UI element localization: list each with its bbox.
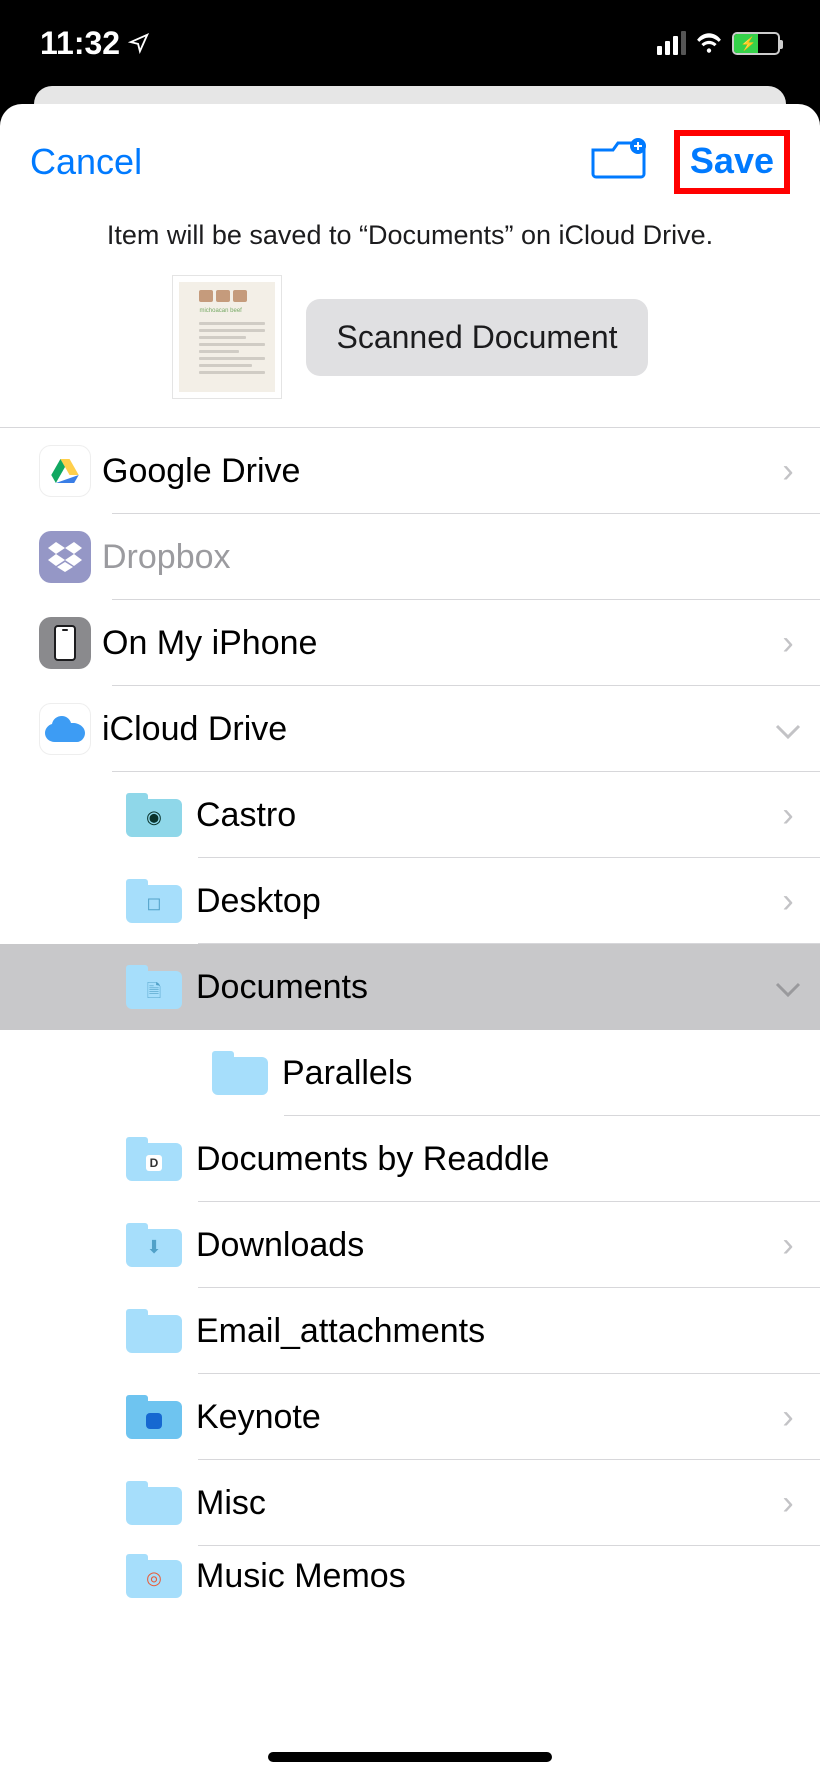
folder-label: Music Memos bbox=[196, 1557, 756, 1596]
new-folder-button[interactable] bbox=[590, 138, 646, 187]
folder-email-attachments[interactable]: Email_attachments bbox=[0, 1288, 820, 1374]
cellular-signal-icon bbox=[657, 31, 686, 55]
filename-field[interactable]: Scanned Document bbox=[306, 299, 647, 376]
battery-icon: ⚡ bbox=[732, 32, 780, 55]
folder-label: Desktop bbox=[196, 882, 756, 921]
charging-bolt-icon: ⚡ bbox=[740, 37, 756, 50]
location-icloud-drive[interactable]: iCloud Drive bbox=[0, 686, 820, 772]
folder-icon bbox=[212, 1051, 268, 1095]
folder-icon: ◉ bbox=[126, 793, 182, 837]
location-google-drive[interactable]: Google Drive › bbox=[0, 428, 820, 514]
chevron-right-icon: › bbox=[756, 1226, 820, 1265]
chevron-right-icon: › bbox=[756, 624, 820, 663]
chevron-down-icon bbox=[756, 968, 820, 1007]
folder-icon: ◎ bbox=[126, 1554, 182, 1598]
time-label: 11:32 bbox=[40, 25, 120, 62]
location-on-my-iphone[interactable]: On My iPhone › bbox=[0, 600, 820, 686]
locations-list[interactable]: Google Drive › Dropbox On My iPhone › bbox=[0, 427, 820, 1776]
status-time: 11:32 bbox=[40, 25, 150, 62]
google-drive-icon bbox=[39, 445, 91, 497]
folder-castro[interactable]: ◉ Castro › bbox=[0, 772, 820, 858]
status-bar: 11:32 ⚡ bbox=[0, 0, 820, 86]
iphone-icon bbox=[39, 617, 91, 669]
folder-icon bbox=[126, 1481, 182, 1525]
chevron-right-icon: › bbox=[756, 882, 820, 921]
location-label: Dropbox bbox=[102, 538, 756, 577]
folder-desktop[interactable]: ◻ Desktop › bbox=[0, 858, 820, 944]
chevron-right-icon: › bbox=[756, 1398, 820, 1437]
chevron-right-icon: › bbox=[756, 452, 820, 491]
destination-label: Item will be saved to “Documents” on iCl… bbox=[0, 220, 820, 265]
location-dropbox: Dropbox bbox=[0, 514, 820, 600]
folder-label: Parallels bbox=[282, 1054, 756, 1093]
folder-icon bbox=[126, 1395, 182, 1439]
location-label: iCloud Drive bbox=[102, 710, 756, 749]
document-thumbnail[interactable]: michoacan beef bbox=[172, 275, 282, 399]
nav-bar: Cancel Save bbox=[0, 104, 820, 220]
cancel-button[interactable]: Cancel bbox=[30, 141, 142, 183]
chevron-down-icon bbox=[756, 710, 820, 749]
preview-row: michoacan beef Scanned Document bbox=[0, 265, 820, 427]
folder-plus-icon bbox=[590, 138, 646, 182]
device-frame: 11:32 ⚡ Cancel Save Item will be saved t… bbox=[0, 0, 820, 1776]
folder-label: Documents by Readdle bbox=[196, 1140, 756, 1179]
folder-label: Keynote bbox=[196, 1398, 756, 1437]
icloud-icon bbox=[39, 703, 91, 755]
status-indicators: ⚡ bbox=[657, 31, 780, 55]
chevron-right-icon: › bbox=[756, 796, 820, 835]
folder-icon: ◻ bbox=[126, 879, 182, 923]
location-label: Google Drive bbox=[102, 452, 756, 491]
location-arrow-icon bbox=[128, 32, 150, 54]
folder-keynote[interactable]: Keynote › bbox=[0, 1374, 820, 1460]
save-button-highlight: Save bbox=[674, 130, 790, 194]
location-label: On My iPhone bbox=[102, 624, 756, 663]
folder-documents-by-readdle[interactable]: D Documents by Readdle bbox=[0, 1116, 820, 1202]
home-indicator[interactable] bbox=[268, 1752, 552, 1762]
wifi-icon bbox=[696, 33, 722, 53]
folder-label: Documents bbox=[196, 968, 756, 1007]
dropbox-icon bbox=[39, 531, 91, 583]
chevron-right-icon: › bbox=[756, 1484, 820, 1523]
folder-icon bbox=[126, 1309, 182, 1353]
folder-documents[interactable]: 🗎 Documents bbox=[0, 944, 820, 1030]
folder-label: Misc bbox=[196, 1484, 756, 1523]
folder-icon: ⬇ bbox=[126, 1223, 182, 1267]
save-sheet: Cancel Save Item will be saved to “Docum… bbox=[0, 104, 820, 1776]
folder-label: Castro bbox=[196, 796, 756, 835]
folder-parallels[interactable]: Parallels bbox=[0, 1030, 820, 1116]
folder-misc[interactable]: Misc › bbox=[0, 1460, 820, 1546]
folder-label: Downloads bbox=[196, 1226, 756, 1265]
folder-label: Email_attachments bbox=[196, 1312, 756, 1351]
folder-music-memos[interactable]: ◎ Music Memos bbox=[0, 1546, 820, 1606]
save-button[interactable]: Save bbox=[690, 140, 774, 181]
folder-icon: 🗎 bbox=[126, 965, 182, 1009]
folder-icon: D bbox=[126, 1137, 182, 1181]
folder-downloads[interactable]: ⬇ Downloads › bbox=[0, 1202, 820, 1288]
